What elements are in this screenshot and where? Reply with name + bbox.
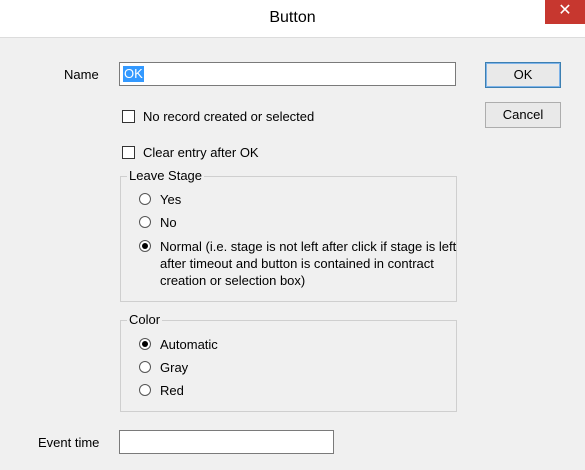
color-automatic-option[interactable]: Automatic: [139, 336, 218, 353]
event-time-label: Event time: [38, 435, 100, 450]
leave-stage-group: Leave Stage Yes No Normal (i.e. stage is…: [120, 168, 457, 302]
leave-stage-yes-radio[interactable]: [139, 193, 151, 205]
cancel-button[interactable]: Cancel: [485, 102, 561, 128]
leave-stage-no-radio[interactable]: [139, 216, 151, 228]
color-gray-option[interactable]: Gray: [139, 359, 188, 376]
title-bar: Button ✕: [0, 0, 585, 38]
color-gray-radio[interactable]: [139, 361, 151, 373]
name-field[interactable]: OK: [119, 62, 456, 86]
leave-stage-yes-option[interactable]: Yes: [139, 191, 181, 208]
leave-stage-normal-option[interactable]: Normal (i.e. stage is not left after cli…: [139, 238, 457, 289]
no-record-label: No record created or selected: [143, 109, 315, 124]
close-button[interactable]: ✕: [545, 0, 585, 24]
leave-stage-title: Leave Stage: [127, 168, 205, 183]
leave-stage-no-option[interactable]: No: [139, 214, 177, 231]
name-label: Name: [64, 67, 99, 82]
clear-entry-checkbox-row[interactable]: Clear entry after OK: [122, 145, 259, 160]
color-gray-label: Gray: [160, 360, 189, 375]
leave-stage-yes-label: Yes: [160, 192, 182, 207]
dialog-body: Name OK OK Cancel No record created or s…: [0, 38, 585, 470]
color-red-label: Red: [160, 383, 184, 398]
ok-button[interactable]: OK: [485, 62, 561, 88]
event-time-field[interactable]: [119, 430, 334, 454]
leave-stage-normal-radio[interactable]: [139, 240, 151, 252]
name-field-selected-text: OK: [123, 66, 144, 82]
color-red-option[interactable]: Red: [139, 382, 184, 399]
color-red-radio[interactable]: [139, 384, 151, 396]
event-time-input[interactable]: [120, 431, 333, 453]
no-record-checkbox-row[interactable]: No record created or selected: [122, 109, 314, 124]
leave-stage-normal-label: Normal (i.e. stage is not left after cli…: [160, 239, 457, 288]
color-automatic-label: Automatic: [160, 337, 218, 352]
close-icon: ✕: [558, 2, 572, 19]
clear-entry-label: Clear entry after OK: [143, 145, 259, 160]
color-group: Color Automatic Gray Red: [120, 312, 457, 412]
window-title: Button: [269, 9, 316, 26]
leave-stage-no-label: No: [160, 215, 177, 230]
color-title: Color: [127, 312, 163, 327]
color-automatic-radio[interactable]: [139, 338, 151, 350]
clear-entry-checkbox[interactable]: [122, 146, 135, 159]
no-record-checkbox[interactable]: [122, 110, 135, 123]
